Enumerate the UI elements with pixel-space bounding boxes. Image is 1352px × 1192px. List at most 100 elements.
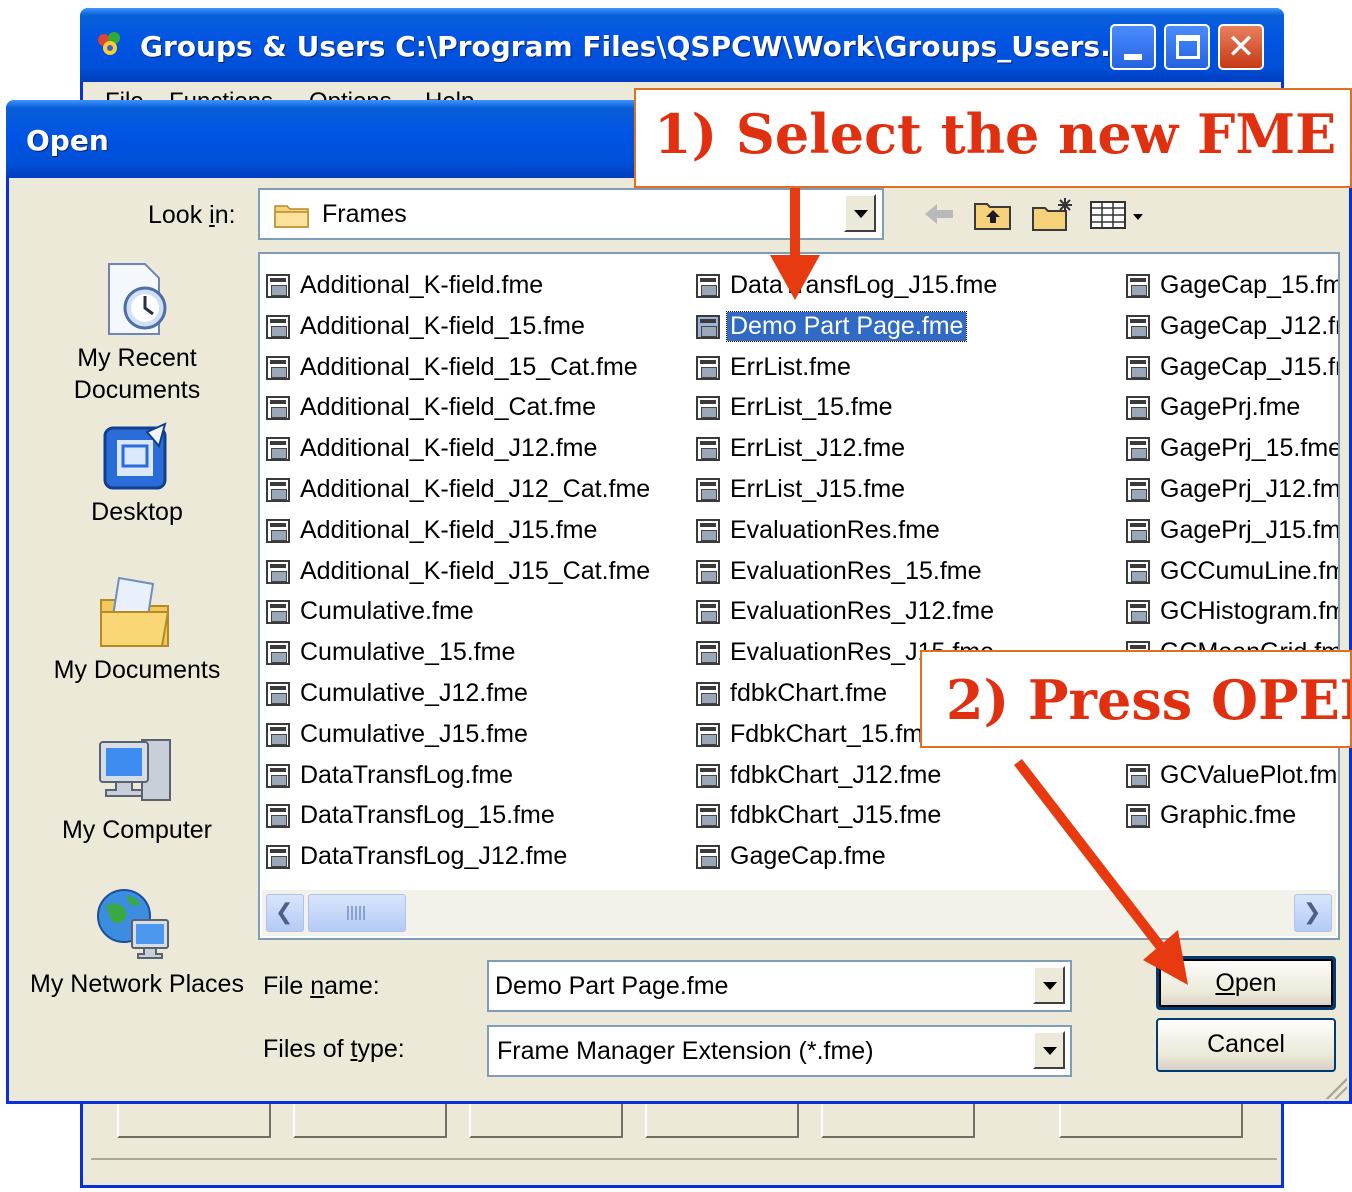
file-list-item[interactable]: GCHistogram.fme <box>1126 592 1338 633</box>
file-list-item[interactable]: ErrList.fme <box>696 348 1116 389</box>
file-name-text: GCHistogram.fme <box>1160 597 1338 626</box>
file-list-item[interactable]: fdbkChart_J15.fme <box>696 796 1116 837</box>
background-button[interactable] <box>117 1100 271 1138</box>
places-my-recent-documents[interactable]: My Recent Documents <box>23 258 251 406</box>
new-folder-icon[interactable] <box>1031 196 1075 232</box>
chevron-down-icon[interactable] <box>1033 1031 1065 1069</box>
dialog-title: Open <box>26 124 109 157</box>
file-list-item[interactable]: Additional_K-field_15_Cat.fme <box>266 348 686 389</box>
resize-grip[interactable] <box>1323 1075 1347 1099</box>
up-folder-icon[interactable] <box>973 196 1013 232</box>
file-list-item[interactable]: Graphic.fme <box>1126 796 1338 837</box>
file-list-item[interactable]: GagePrj.fme <box>1126 388 1338 429</box>
recent-documents-icon <box>108 263 167 335</box>
file-list-item[interactable]: fdbkChart_J12.fme <box>696 756 1116 797</box>
file-list-item[interactable]: Additional_K-field_J15.fme <box>266 511 686 552</box>
file-list-item[interactable]: GageCap_15.fme <box>1126 266 1338 307</box>
file-list-item[interactable]: Additional_K-field_15.fme <box>266 307 686 348</box>
file-list-item[interactable]: GCCumuLine.fme <box>1126 552 1338 593</box>
minimize-button[interactable] <box>1110 24 1156 70</box>
file-list-item[interactable]: EvaluationRes_15.fme <box>696 552 1116 593</box>
chevron-down-icon[interactable] <box>844 194 876 232</box>
view-menu-icon[interactable] <box>1089 196 1149 232</box>
file-name-text: Cumulative_J12.fme <box>300 678 528 707</box>
fme-file-icon <box>696 641 720 666</box>
background-button[interactable] <box>469 1100 623 1138</box>
file-name-text: EvaluationRes_J12.fme <box>730 597 995 626</box>
file-list-item[interactable]: Cumulative.fme <box>266 592 686 633</box>
file-list-item[interactable]: Cumulative_15.fme <box>266 633 686 674</box>
background-titlebar[interactable]: Groups & Users C:\Program Files\QSPCW\Wo… <box>80 8 1284 82</box>
file-list-item[interactable]: ErrList_15.fme <box>696 388 1116 429</box>
file-list-item[interactable]: GagePrj_J12.fme <box>1126 470 1338 511</box>
fme-file-icon <box>1126 396 1150 421</box>
file-list-item[interactable]: Additional_K-field_J15_Cat.fme <box>266 552 686 593</box>
file-name-text: ErrList.fme <box>730 352 851 381</box>
places-label: My Recent Documents <box>73 344 201 404</box>
file-name-text: Cumulative.fme <box>300 597 474 626</box>
file-type-dropdown[interactable]: Frame Manager Extension (*.fme) <box>487 1025 1072 1077</box>
file-name-text: GCCumuLine.fme <box>1160 556 1338 585</box>
scroll-left-button[interactable]: ❮ <box>266 894 304 932</box>
fme-file-icon <box>266 518 290 543</box>
background-button[interactable] <box>821 1100 975 1138</box>
close-button[interactable]: ✕ <box>1218 24 1264 70</box>
fme-file-icon <box>1126 314 1150 339</box>
chevron-left-icon: ❮ <box>275 900 294 925</box>
file-name-input[interactable]: Demo Part Page.fme <box>487 960 1072 1012</box>
places-my-computer[interactable]: My Computer <box>23 732 251 846</box>
file-list-item[interactable]: GageCap.fme <box>696 837 1116 878</box>
background-window-title: Groups & Users C:\Program Files\QSPCW\Wo… <box>140 30 1143 63</box>
fme-file-icon <box>266 763 290 788</box>
fme-file-icon <box>266 600 290 625</box>
file-list-item[interactable]: GagePrj_J15.fme <box>1126 511 1338 552</box>
open-button[interactable]: Open <box>1156 956 1336 1010</box>
back-arrow-icon[interactable] <box>921 196 957 232</box>
look-in-dropdown[interactable]: Frames <box>258 188 884 240</box>
scrollbar-thumb[interactable] <box>308 894 406 932</box>
fme-file-icon <box>266 437 290 462</box>
cancel-button[interactable]: Cancel <box>1156 1018 1336 1072</box>
file-list-item[interactable]: Additional_K-field_Cat.fme <box>266 388 686 429</box>
file-list-item[interactable]: DataTransfLog_J12.fme <box>266 837 686 878</box>
file-list-item[interactable]: GCValuePlot.fme <box>1126 756 1338 797</box>
file-list-item[interactable]: DataTransfLog.fme <box>266 756 686 797</box>
file-list[interactable]: Additional_K-field.fme Additional_K-field… <box>258 252 1340 940</box>
chevron-down-icon[interactable] <box>1033 966 1065 1004</box>
fme-file-icon <box>1126 559 1150 584</box>
horizontal-scrollbar[interactable]: ❮ ❯ <box>262 890 1336 936</box>
file-list-item[interactable]: Demo Part Page.fme <box>696 307 1116 348</box>
maximize-icon <box>1176 35 1200 59</box>
file-list-item[interactable]: GageCap_J12.fme <box>1126 307 1338 348</box>
file-list-item[interactable]: Additional_K-field_J12.fme <box>266 429 686 470</box>
file-name-text: GagePrj.fme <box>1160 393 1301 422</box>
scroll-right-button[interactable]: ❯ <box>1294 894 1332 932</box>
file-list-item[interactable]: GageCap_J15.fme <box>1126 348 1338 389</box>
file-list-item[interactable]: EvaluationRes.fme <box>696 511 1116 552</box>
file-list-item[interactable]: DataTransfLog_15.fme <box>266 796 686 837</box>
background-button[interactable] <box>645 1100 799 1138</box>
places-label: Desktop <box>91 498 183 526</box>
file-name-text: Additional_K-field_J12_Cat.fme <box>300 474 651 503</box>
file-list-item[interactable]: Cumulative_J12.fme <box>266 674 686 715</box>
file-list-item[interactable]: ErrList_J12.fme <box>696 429 1116 470</box>
places-my-documents[interactable]: My Documents <box>23 570 251 686</box>
file-list-item[interactable]: GagePrj_15.fme <box>1126 429 1338 470</box>
file-list-item[interactable]: ErrList_J15.fme <box>696 470 1116 511</box>
file-list-item[interactable]: DataTransfLog_J15.fme <box>696 266 1116 307</box>
file-list-item[interactable]: Additional_K-field.fme <box>266 266 686 307</box>
maximize-button[interactable] <box>1164 24 1210 70</box>
places-desktop[interactable]: Desktop <box>23 418 251 528</box>
file-name-text: GageCap_J15.fme <box>1160 352 1338 381</box>
file-name-text: FdbkChart_15.fme <box>730 719 938 748</box>
background-button[interactable] <box>1059 1100 1243 1138</box>
file-list-item[interactable]: Cumulative_J15.fme <box>266 715 686 756</box>
background-button[interactable] <box>293 1100 447 1138</box>
file-list-item[interactable]: Additional_K-field_J12_Cat.fme <box>266 470 686 511</box>
file-list-item[interactable]: EvaluationRes_J12.fme <box>696 592 1116 633</box>
file-name-text: Additional_K-field_Cat.fme <box>300 393 596 422</box>
fme-file-icon <box>266 804 290 829</box>
file-name-text: EvaluationRes.fme <box>730 515 940 544</box>
places-my-network-places[interactable]: My Network Places <box>23 884 251 1000</box>
fme-file-icon <box>696 763 720 788</box>
